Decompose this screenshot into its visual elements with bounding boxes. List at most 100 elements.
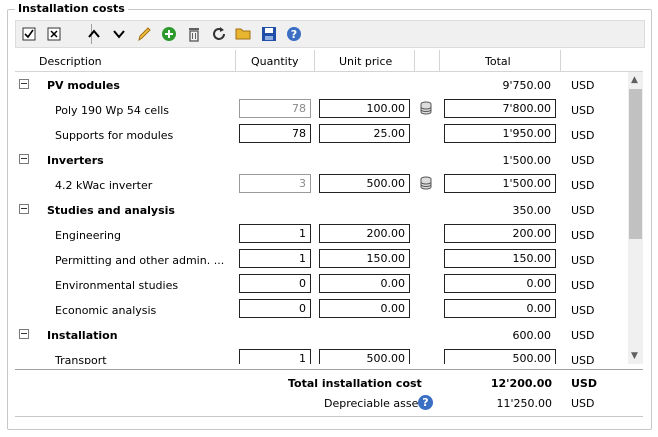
- panel-bottom-divider: [15, 416, 643, 417]
- item-row: Environmental studies 0 0.00 0.00 USD: [15, 274, 627, 299]
- quantity-input[interactable]: 0: [239, 299, 311, 318]
- depreciable-asset-value: 11'250.00: [496, 397, 552, 410]
- item-row: Poly 190 Wp 54 cells 78 100.00 7'800.00 USD: [15, 99, 627, 124]
- unit-price-input[interactable]: 150.00: [319, 249, 410, 268]
- total-value-field: 1'500.00: [444, 174, 556, 193]
- unit-price-input[interactable]: 200.00: [319, 224, 410, 243]
- item-label: Supports for modules: [55, 129, 174, 142]
- quantity-input[interactable]: 78: [239, 124, 311, 143]
- column-header-total[interactable]: Total: [485, 55, 511, 68]
- item-currency: USD: [571, 179, 595, 192]
- add-icon[interactable]: [159, 24, 179, 44]
- item-currency: USD: [571, 254, 595, 267]
- scroll-down-icon[interactable]: ▼: [631, 351, 638, 361]
- check-all-icon[interactable]: [19, 24, 39, 44]
- group-total: 350.00: [512, 204, 552, 217]
- item-label: Permitting and other admin. ...: [55, 254, 225, 267]
- group-label: Inverters: [47, 154, 104, 167]
- item-currency: USD: [571, 129, 595, 142]
- column-separator: [439, 50, 440, 71]
- quantity-input[interactable]: 1: [239, 349, 311, 364]
- group-total: 1'500.00: [502, 154, 551, 167]
- column-header-quantity[interactable]: Quantity: [251, 55, 299, 68]
- scrollbar-thumb[interactable]: [629, 89, 642, 239]
- column-separator: [560, 50, 561, 71]
- quantity-input[interactable]: 3: [239, 174, 311, 193]
- unit-price-input[interactable]: 100.00: [319, 99, 410, 118]
- total-value-field: 1'950.00: [444, 124, 556, 143]
- total-value-field: 500.00: [444, 349, 556, 364]
- collapse-toggle-icon[interactable]: [19, 329, 29, 339]
- move-down-icon[interactable]: [109, 24, 129, 44]
- unit-price-input[interactable]: 500.00: [319, 174, 410, 193]
- total-installation-cost-currency: USD: [571, 377, 597, 390]
- database-icon[interactable]: [419, 101, 433, 115]
- group-currency: USD: [571, 329, 595, 342]
- item-row: Permitting and other admin. ... 1 150.00 15…: [15, 249, 627, 274]
- group-label: PV modules: [47, 79, 120, 92]
- column-header-unit-price[interactable]: Unit price: [339, 55, 392, 68]
- group-row: Studies and analysis 350.00 USD: [15, 199, 627, 224]
- group-currency: USD: [571, 154, 595, 167]
- collapse-toggle-icon[interactable]: [19, 79, 29, 89]
- database-icon[interactable]: [419, 176, 433, 190]
- unit-price-input[interactable]: 25.00: [319, 124, 410, 143]
- unit-price-input[interactable]: 0.00: [319, 274, 410, 293]
- item-row: Supports for modules 78 25.00 1'950.00 USD: [15, 124, 627, 149]
- item-label: Engineering: [55, 229, 121, 242]
- total-installation-cost-label: Total installation cost: [288, 377, 422, 390]
- item-currency: USD: [571, 304, 595, 317]
- column-separator: [235, 50, 236, 71]
- item-currency: USD: [571, 229, 595, 242]
- item-currency: USD: [571, 354, 595, 364]
- save-icon[interactable]: [259, 24, 279, 44]
- unit-price-input[interactable]: 0.00: [319, 299, 410, 318]
- column-header-description[interactable]: Description: [39, 55, 102, 68]
- group-currency: USD: [571, 204, 595, 217]
- quantity-input[interactable]: 78: [239, 99, 311, 118]
- uncheck-all-icon[interactable]: [44, 24, 64, 44]
- toolbar: ?: [15, 20, 645, 48]
- delete-icon[interactable]: [184, 24, 204, 44]
- total-value-field: 7'800.00: [444, 99, 556, 118]
- svg-text:?: ?: [291, 28, 297, 41]
- open-icon[interactable]: [234, 24, 254, 44]
- vertical-scrollbar[interactable]: ▲ ▼: [628, 72, 643, 364]
- group-currency: USD: [571, 79, 595, 92]
- item-label: 4.2 kWac inverter: [55, 179, 153, 192]
- scroll-up-icon[interactable]: ▲: [631, 75, 638, 85]
- collapse-toggle-icon[interactable]: [19, 154, 29, 164]
- panel-title: Installation costs: [15, 2, 128, 15]
- total-installation-cost-value: 12'200.00: [490, 377, 552, 390]
- move-up-icon[interactable]: [84, 24, 104, 44]
- depreciable-asset-currency: USD: [571, 397, 595, 410]
- group-label: Installation: [47, 329, 118, 342]
- quantity-input[interactable]: 1: [239, 224, 311, 243]
- item-row: 4.2 kWac inverter 3 500.00 1'500.00 USD: [15, 174, 627, 199]
- depreciable-asset-label: Depreciable asset: [324, 397, 423, 410]
- group-total: 600.00: [512, 329, 552, 342]
- total-value-field: 0.00: [444, 274, 556, 293]
- item-label: Poly 190 Wp 54 cells: [55, 104, 170, 117]
- item-label: Environmental studies: [55, 279, 179, 292]
- item-label: Economic analysis: [55, 304, 157, 317]
- edit-icon[interactable]: [134, 24, 154, 44]
- quantity-input[interactable]: 0: [239, 274, 311, 293]
- depreciable-help-icon[interactable]: ?: [418, 395, 433, 410]
- column-separator: [414, 50, 415, 71]
- refresh-icon[interactable]: [209, 24, 229, 44]
- help-icon[interactable]: ?: [284, 24, 304, 44]
- group-row: PV modules 9'750.00 USD: [15, 74, 627, 99]
- group-label: Studies and analysis: [47, 204, 175, 217]
- group-row: Installation 600.00 USD: [15, 324, 627, 349]
- group-total: 9'750.00: [502, 79, 551, 92]
- total-value-field: 0.00: [444, 299, 556, 318]
- quantity-input[interactable]: 1: [239, 249, 311, 268]
- item-currency: USD: [571, 104, 595, 117]
- collapse-toggle-icon[interactable]: [19, 204, 29, 214]
- footer-divider: [15, 369, 643, 370]
- unit-price-input[interactable]: 500.00: [319, 349, 410, 364]
- grid-header: Description Quantity Unit price Total: [15, 50, 643, 72]
- column-separator: [314, 50, 315, 71]
- total-value-field: 200.00: [444, 224, 556, 243]
